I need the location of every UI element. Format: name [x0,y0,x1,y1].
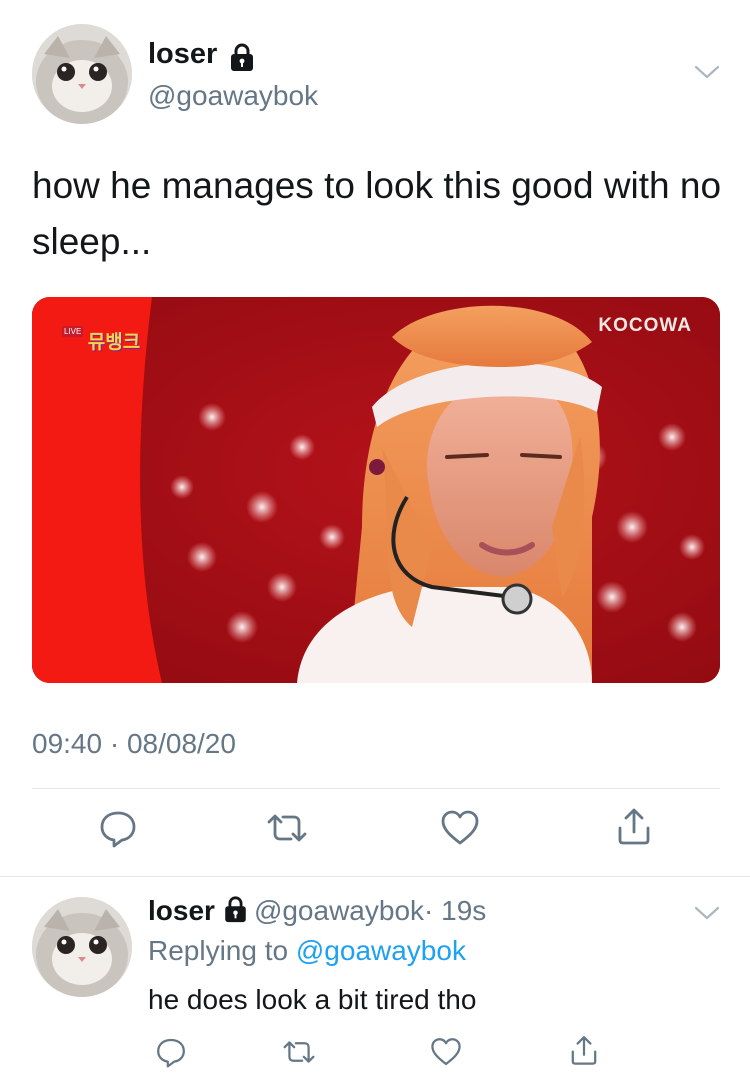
reply-author-handle[interactable]: @goawaybok [254,895,424,926]
reply-button[interactable] [155,1036,187,1068]
tweet-timestamp[interactable]: 09:40 · 08/08/20 [32,728,236,760]
chevron-down-icon[interactable] [694,62,720,82]
live-badge: LIVE [62,326,84,337]
like-button[interactable] [440,808,480,848]
retweet-icon [283,1041,315,1063]
comment-icon [157,1038,185,1068]
replying-to: Replying to @goawaybok [148,935,466,967]
reply-text: he does look a bit tired tho [148,984,477,1015]
share-button[interactable] [568,1034,600,1066]
lock-icon [223,895,248,923]
reply-button[interactable] [98,808,138,848]
share-button[interactable] [614,806,654,846]
like-button[interactable] [430,1036,462,1068]
tweet-separator [0,876,750,877]
tweet-media[interactable]: LIVE 뮤뱅크 KOCOWA [32,297,720,683]
share-icon [618,808,650,845]
author-name[interactable]: loser [148,38,217,71]
lock-icon [229,42,255,72]
heart-icon [441,810,479,845]
media-watermark: KOCOWA [598,315,692,336]
heart-icon [431,1038,461,1066]
retweet-icon [267,814,307,842]
reply-time[interactable]: · 19s [424,895,486,926]
show-logo-text: 뮤뱅크 [87,332,141,353]
author-handle[interactable]: @goawaybok [148,80,318,112]
reply-header: loser @goawaybok· 19s [148,895,486,927]
comment-icon [100,811,136,848]
tweet-text: how he manages to look this good with no… [32,165,722,262]
reply-author-name[interactable]: loser [148,895,215,926]
retweet-button[interactable] [283,1036,315,1068]
replying-prefix: Replying to [148,935,296,966]
divider [32,788,720,789]
replying-to-handle[interactable]: @goawaybok [296,935,466,966]
avatar[interactable] [32,24,132,124]
avatar[interactable] [32,897,132,997]
retweet-button[interactable] [267,808,307,848]
share-icon [571,1036,597,1065]
chevron-down-icon[interactable] [694,903,720,923]
show-logo: LIVE 뮤뱅크 [62,326,141,354]
